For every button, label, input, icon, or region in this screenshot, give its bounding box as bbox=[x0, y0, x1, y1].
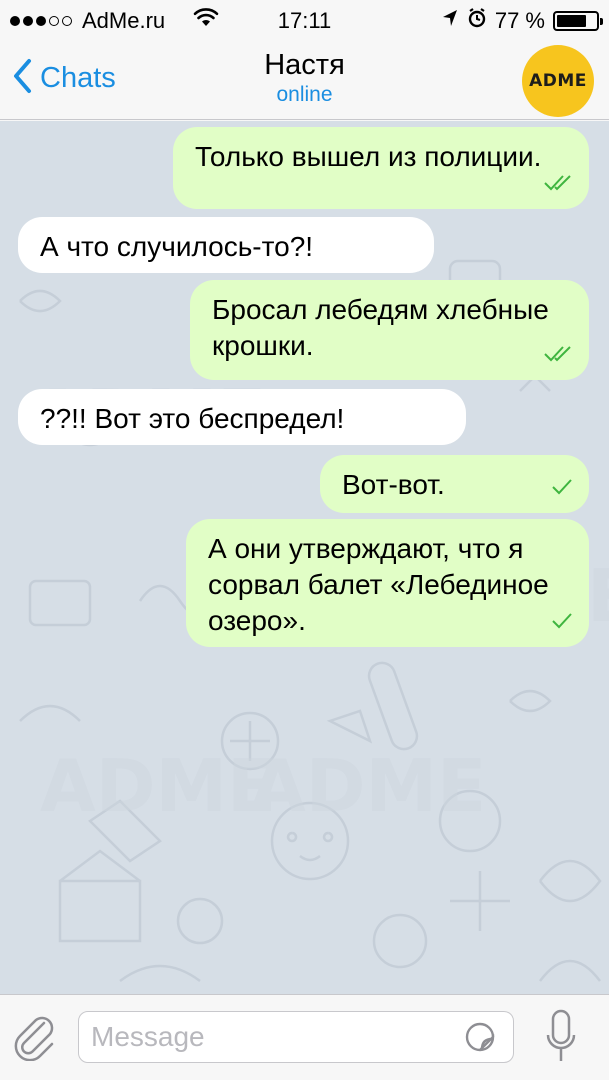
status-bar: AdMe.ru 17:11 77 % bbox=[0, 0, 609, 40]
attach-button[interactable] bbox=[14, 1015, 58, 1066]
alarm-clock-icon bbox=[467, 8, 487, 34]
contact-status: online bbox=[276, 83, 333, 106]
message-text: ??!! Вот это беспредел! bbox=[40, 403, 345, 434]
message-text: А что случилось-то?! bbox=[40, 231, 314, 262]
message-bubble-incoming[interactable]: ??!! Вот это беспредел! bbox=[18, 389, 466, 445]
check-icon bbox=[551, 603, 573, 639]
message-text: А они утверждают, что я сорвал балет «Ле… bbox=[208, 533, 549, 636]
status-right: 77 % bbox=[441, 8, 603, 34]
paperclip-icon bbox=[14, 1016, 54, 1062]
adme-watermark-text: ADME bbox=[250, 744, 486, 828]
input-bar bbox=[0, 994, 609, 1080]
location-arrow-icon bbox=[441, 8, 459, 34]
contact-name: Настя bbox=[264, 49, 345, 81]
navigation-bar: Chats Настя online ADME bbox=[0, 40, 609, 120]
message-bubble-incoming[interactable]: А что случилось-то?! bbox=[18, 217, 434, 273]
microphone-button[interactable] bbox=[545, 1009, 577, 1070]
avatar[interactable]: ADME bbox=[522, 45, 594, 117]
battery-fill bbox=[557, 15, 587, 27]
sticker-button[interactable] bbox=[464, 1021, 496, 1058]
message-bubble-outgoing[interactable]: А они утверждают, что я сорвал балет «Ле… bbox=[186, 519, 589, 647]
message-bubble-outgoing[interactable]: Вот-вот. bbox=[320, 455, 589, 513]
battery-percent: 77 % bbox=[494, 8, 545, 33]
chat-screen: AdMe.ru 17:11 77 % Chats Настя online AD… bbox=[0, 0, 609, 1080]
chat-title[interactable]: Настя online bbox=[0, 48, 609, 108]
message-text: Только вышел из полиции. bbox=[195, 141, 542, 172]
avatar-text: ADME bbox=[529, 71, 587, 91]
sticker-icon bbox=[465, 1022, 495, 1052]
double-check-icon bbox=[543, 336, 573, 372]
message-bubble-outgoing[interactable]: Бросал лебедям хлебные крошки. bbox=[190, 280, 589, 380]
message-bubble-outgoing[interactable]: Только вышел из полиции. bbox=[173, 127, 589, 209]
message-input[interactable] bbox=[78, 1011, 514, 1063]
battery-icon bbox=[553, 11, 603, 31]
adme-watermark-text: ADME bbox=[40, 744, 276, 828]
check-icon bbox=[551, 469, 573, 505]
message-text: Бросал лебедям хлебные крошки. bbox=[212, 294, 549, 361]
microphone-icon bbox=[546, 1009, 576, 1061]
message-text: Вот-вот. bbox=[342, 469, 445, 500]
message-list[interactable]: ADME ADME ADME ADME Только вышел из поли… bbox=[0, 121, 609, 994]
double-check-icon bbox=[543, 165, 573, 201]
